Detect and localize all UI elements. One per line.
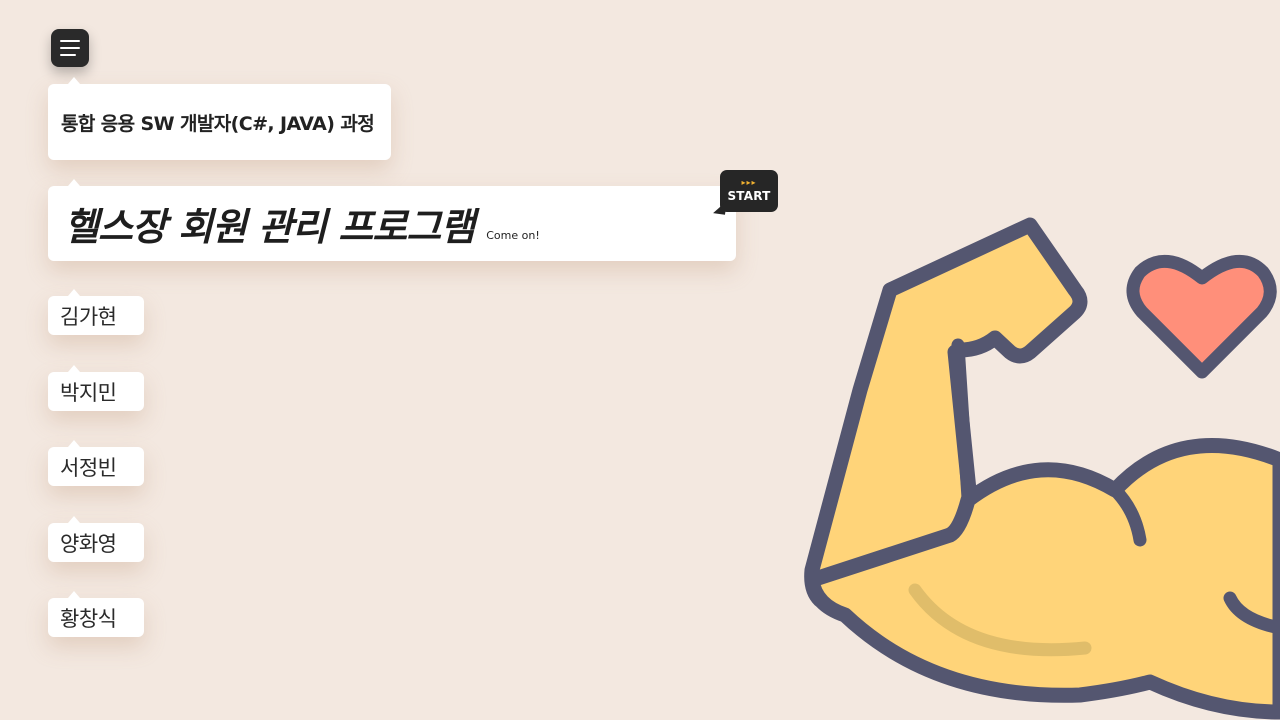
member-card: 박지민 [48,365,144,411]
flexed-arm-illustration [804,217,1280,720]
hamburger-menu-icon-line [60,54,76,56]
member-card: 서정빈 [48,440,144,486]
start-label: START [727,189,771,203]
member-name: 서정빈 [60,455,117,480]
member-name: 양화영 [60,531,117,556]
member-name: 김가현 [60,304,117,329]
member-card: 황창식 [48,591,144,637]
menu-button[interactable] [51,29,89,67]
program-title: 헬스장 회원 관리 프로그램 [64,205,475,249]
start-button[interactable]: ▸▸▸ START [720,170,778,212]
program-subtitle: Come on! [486,229,540,242]
hamburger-menu-icon [60,40,80,42]
heart-icon [1126,254,1277,379]
member-card: 양화영 [48,516,144,562]
member-card: 김가현 [48,289,144,335]
course-card: 통합 응용 SW 개발자(C#, JAVA) 과정 [48,77,391,160]
member-name: 황창식 [60,606,117,631]
hamburger-menu-icon-line [60,47,80,49]
course-title: 통합 응용 SW 개발자(C#, JAVA) 과정 [61,112,375,135]
member-name: 박지민 [60,380,117,405]
program-title-card: 헬스장 회원 관리 프로그램 Come on! [48,179,736,261]
play-arrows-icon: ▸▸▸ [741,178,757,187]
